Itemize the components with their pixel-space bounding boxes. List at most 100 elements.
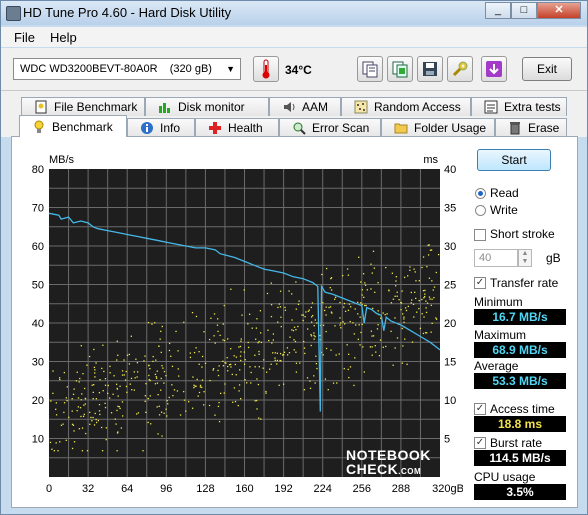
access-time-point bbox=[370, 263, 372, 265]
access-time-point bbox=[89, 423, 91, 425]
access-time-point bbox=[125, 385, 128, 388]
access-time-point bbox=[416, 311, 418, 313]
copy-screen-button[interactable] bbox=[387, 56, 413, 82]
access-time-point bbox=[284, 309, 287, 311]
access-time-checkbox[interactable]: ✓ bbox=[474, 403, 486, 415]
copy-info-button[interactable] bbox=[357, 56, 383, 82]
access-time-point bbox=[197, 395, 199, 397]
access-time-point bbox=[136, 413, 138, 415]
access-time-point bbox=[425, 300, 427, 302]
read-label: Read bbox=[490, 186, 519, 200]
access-time-point bbox=[94, 369, 96, 371]
access-time-point bbox=[193, 384, 195, 386]
access-time-point bbox=[171, 365, 174, 368]
tab-erase[interactable]: Erase bbox=[495, 118, 567, 137]
options-button[interactable] bbox=[447, 56, 473, 82]
burst-rate-checkbox[interactable]: ✓ bbox=[474, 437, 486, 449]
short-stroke-label: Short stroke bbox=[490, 227, 555, 241]
access-time-point bbox=[154, 373, 157, 376]
minimize-button[interactable]: _ bbox=[485, 2, 511, 19]
access-time-point bbox=[311, 302, 314, 304]
access-time-point bbox=[260, 418, 262, 420]
menu-file[interactable]: File bbox=[14, 30, 35, 45]
access-time-point bbox=[84, 387, 86, 390]
access-time-point bbox=[105, 427, 107, 429]
drive-select[interactable]: WDC WD3200BEVT-80A0R (320 gB) ▼ bbox=[13, 58, 241, 80]
tab-aam[interactable]: AAM bbox=[269, 97, 341, 116]
tab-disk-monitor[interactable]: Disk monitor bbox=[145, 97, 269, 116]
tab-extra-tests[interactable]: Extra tests bbox=[471, 97, 567, 116]
access-time-point bbox=[239, 345, 242, 348]
access-time-point bbox=[90, 416, 92, 419]
access-time-point bbox=[395, 280, 397, 282]
access-time-point bbox=[258, 350, 260, 353]
access-time-point bbox=[98, 410, 101, 412]
access-time-point bbox=[84, 403, 87, 405]
access-time-point bbox=[257, 342, 259, 344]
tab-health[interactable]: Health bbox=[195, 118, 279, 137]
x-tick-label: 32 bbox=[82, 483, 94, 495]
access-time-point bbox=[98, 403, 101, 406]
access-time-point bbox=[158, 345, 160, 347]
access-time-point bbox=[295, 308, 297, 310]
access-time-point bbox=[404, 307, 407, 309]
access-time-point bbox=[314, 382, 316, 384]
title-bar[interactable]: HD Tune Pro 4.60 - Hard Disk Utility _ □… bbox=[1, 1, 587, 25]
temperature-button[interactable] bbox=[253, 56, 279, 82]
access-time-point bbox=[147, 397, 149, 400]
download-button[interactable] bbox=[481, 56, 507, 82]
save-button[interactable] bbox=[417, 56, 443, 82]
access-time-point bbox=[280, 316, 282, 318]
transfer-rate-checkbox[interactable]: ✓ bbox=[474, 277, 486, 289]
start-button[interactable]: Start bbox=[477, 149, 551, 171]
access-time-point bbox=[208, 404, 211, 407]
exit-button[interactable]: Exit bbox=[522, 57, 572, 81]
burst-rate-label: Burst rate bbox=[490, 436, 543, 450]
access-time-point bbox=[165, 408, 167, 410]
access-time-point bbox=[86, 364, 88, 366]
tab-file-benchmark[interactable]: File Benchmark bbox=[21, 97, 145, 116]
write-radio[interactable] bbox=[475, 205, 486, 216]
access-time-point bbox=[99, 379, 101, 381]
access-time-point bbox=[288, 352, 291, 354]
access-time-point bbox=[322, 354, 324, 356]
access-time-point bbox=[410, 291, 412, 294]
close-button[interactable]: ✕ bbox=[537, 2, 581, 19]
access-time-point bbox=[158, 405, 160, 408]
access-time-point bbox=[360, 281, 362, 283]
spinner-arrows-icon[interactable]: ▲ ▼ bbox=[518, 249, 532, 267]
short-stroke-checkbox[interactable] bbox=[474, 229, 486, 241]
speaker-icon bbox=[282, 100, 296, 114]
tab-folder-usage[interactable]: Folder Usage bbox=[381, 118, 495, 137]
minimum-label: Minimum bbox=[474, 295, 523, 309]
access-time-point bbox=[129, 383, 131, 385]
access-time-point bbox=[361, 303, 363, 306]
access-time-point bbox=[176, 390, 179, 392]
tab-random-access[interactable]: Random Access bbox=[341, 97, 471, 116]
access-time-point bbox=[365, 304, 367, 307]
access-time-point bbox=[161, 435, 163, 437]
access-time-point bbox=[159, 338, 161, 340]
maximize-button[interactable]: □ bbox=[511, 2, 537, 19]
short-stroke-input[interactable]: 40 bbox=[474, 249, 518, 267]
y-tick-label: 60 bbox=[32, 241, 44, 253]
thermometer-icon bbox=[262, 59, 270, 79]
x-tick-label: 0 bbox=[46, 483, 52, 495]
copy-screenshot-icon bbox=[392, 61, 408, 78]
access-time-point bbox=[212, 369, 214, 371]
app-icon bbox=[6, 6, 21, 21]
tab-error-scan[interactable]: Error Scan bbox=[279, 118, 381, 137]
tab-benchmark[interactable]: Benchmark bbox=[19, 115, 127, 137]
access-time-point bbox=[426, 265, 428, 268]
access-time-point bbox=[414, 291, 416, 294]
menu-help[interactable]: Help bbox=[50, 30, 77, 45]
tab-info[interactable]: Info bbox=[127, 118, 195, 137]
access-time-point bbox=[93, 384, 95, 386]
access-time-point bbox=[291, 329, 293, 331]
read-radio[interactable] bbox=[475, 188, 486, 199]
access-time-point bbox=[377, 282, 379, 284]
access-time-point bbox=[243, 351, 246, 353]
access-time-point bbox=[81, 393, 83, 395]
access-time-point bbox=[409, 269, 411, 271]
access-time-point bbox=[59, 441, 61, 443]
